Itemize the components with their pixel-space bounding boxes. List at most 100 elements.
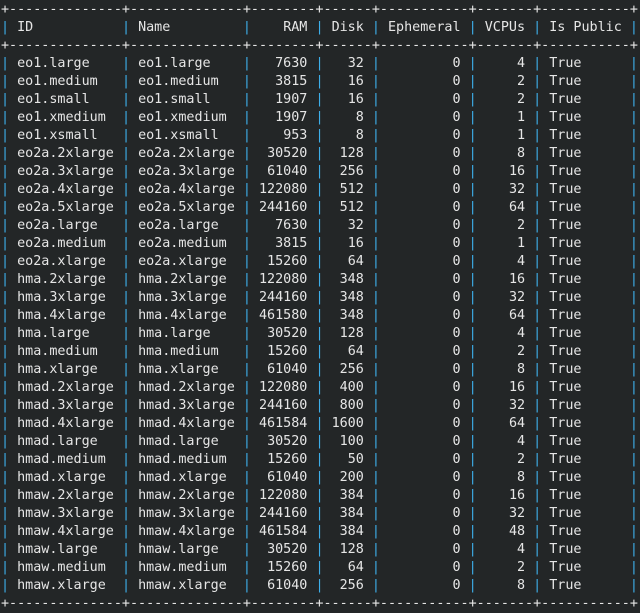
column-separator: | (242, 344, 251, 359)
column-separator: | (533, 344, 542, 359)
column-separator: | (242, 542, 251, 557)
column-separator: | (242, 236, 251, 251)
cell-id: hmad.3xlarge (17, 398, 114, 413)
cell-is-public: True (549, 542, 582, 557)
column-separator: | (468, 470, 477, 485)
table-row: | eo2a.5xlarge | eo2a.5xlarge | 244160 |… (1, 199, 640, 217)
column-separator: | (533, 272, 542, 287)
column-separator: | (371, 110, 380, 125)
column-separator: | (1, 326, 10, 341)
cell-name: hma.large (138, 326, 211, 341)
column-separator: | (1, 200, 10, 215)
cell-disk: 800 (339, 398, 364, 413)
cell-id: hmaw.xlarge (17, 578, 106, 593)
column-separator: | (371, 434, 380, 449)
cell-id: hmaw.medium (17, 560, 106, 575)
column-separator: | (468, 182, 477, 197)
column-separator: | (468, 308, 477, 323)
column-separator: | (468, 272, 477, 287)
column-separator: | (629, 128, 638, 143)
cell-ram: 30520 (267, 542, 308, 557)
cell-disk: 348 (339, 290, 364, 305)
column-separator: | (121, 542, 130, 557)
cell-vcpus: 4 (517, 434, 526, 449)
cell-ram: 461584 (259, 524, 308, 539)
cell-ephemeral: 0 (452, 542, 461, 557)
column-separator: | (533, 110, 542, 125)
column-separator: | (1, 362, 10, 377)
column-separator: | (121, 326, 130, 341)
cell-disk: 256 (339, 578, 364, 593)
cell-ram: 15260 (267, 560, 308, 575)
cell-id: hmaw.2xlarge (17, 488, 114, 503)
cell-ephemeral: 0 (452, 110, 461, 125)
cell-disk: 100 (339, 434, 364, 449)
column-separator: | (371, 146, 380, 161)
cell-name: hma.2xlarge (138, 272, 227, 287)
cell-is-public: True (549, 182, 582, 197)
column-separator: | (629, 398, 638, 413)
column-separator: | (629, 506, 638, 521)
column-separator: | (371, 344, 380, 359)
column-separator: | (371, 308, 380, 323)
table-row: | hma.xlarge | hma.xlarge | 61040 | 256 … (1, 361, 640, 379)
column-separator: | (371, 452, 380, 467)
column-separator: | (371, 272, 380, 287)
column-separator: | (1, 344, 10, 359)
cell-ram: 3815 (275, 74, 308, 89)
table-row: | eo2a.large | eo2a.large | 7630 | 32 | … (1, 217, 640, 235)
cell-ram: 244160 (259, 200, 308, 215)
column-separator: | (629, 272, 638, 287)
cell-disk: 16 (347, 74, 364, 89)
column-separator: | (629, 236, 638, 251)
cell-vcpus: 2 (517, 218, 526, 233)
cell-ephemeral: 0 (452, 290, 461, 305)
cell-id: hma.medium (17, 344, 98, 359)
cell-vcpus: 2 (517, 74, 526, 89)
cell-ephemeral: 0 (452, 272, 461, 287)
cell-name: hma.3xlarge (138, 290, 227, 305)
cell-ephemeral: 0 (452, 416, 461, 431)
cell-name: hmaw.large (138, 542, 219, 557)
column-separator: | (242, 182, 251, 197)
cell-name: hmaw.3xlarge (138, 506, 235, 521)
table-row: | hmaw.3xlarge | hmaw.3xlarge | 244160 |… (1, 505, 640, 523)
cell-vcpus: 32 (508, 506, 526, 521)
column-separator: | (371, 380, 380, 395)
column-separator: | (315, 218, 324, 233)
cell-vcpus: 8 (517, 362, 526, 377)
cell-is-public: True (549, 128, 582, 143)
cell-is-public: True (549, 290, 582, 305)
column-separator: | (1, 164, 10, 179)
column-separator: | (468, 236, 477, 251)
column-separator: | (468, 200, 477, 215)
cell-is-public: True (549, 362, 582, 377)
cell-disk: 128 (339, 326, 364, 341)
cell-disk: 256 (339, 164, 364, 179)
cell-name: hmaw.xlarge (138, 578, 227, 593)
cell-ram: 15260 (267, 452, 308, 467)
column-separator: | (468, 326, 477, 341)
cell-ephemeral: 0 (452, 578, 461, 593)
cell-disk: 64 (347, 254, 364, 269)
table-row: | eo2a.2xlarge | eo2a.2xlarge | 30520 | … (1, 145, 640, 163)
cell-is-public: True (549, 506, 582, 521)
column-separator: | (468, 524, 477, 539)
column-separator: | (629, 344, 638, 359)
cell-disk: 32 (347, 218, 364, 233)
column-separator: | (315, 470, 324, 485)
column-separator: | (121, 164, 130, 179)
column-separator: | (533, 488, 542, 503)
column-separator: | (629, 362, 638, 377)
column-separator: | (315, 506, 324, 521)
cell-ram: 30520 (267, 326, 308, 341)
cell-vcpus: 4 (517, 56, 526, 71)
cell-disk: 50 (347, 452, 364, 467)
cell-disk: 128 (339, 146, 364, 161)
column-separator: | (1, 128, 10, 143)
cell-id: eo1.medium (17, 74, 98, 89)
column-separator: | (121, 560, 130, 575)
cell-ephemeral: 0 (452, 362, 461, 377)
cell-id: hma.4xlarge (17, 308, 106, 323)
cell-ephemeral: 0 (452, 128, 461, 143)
